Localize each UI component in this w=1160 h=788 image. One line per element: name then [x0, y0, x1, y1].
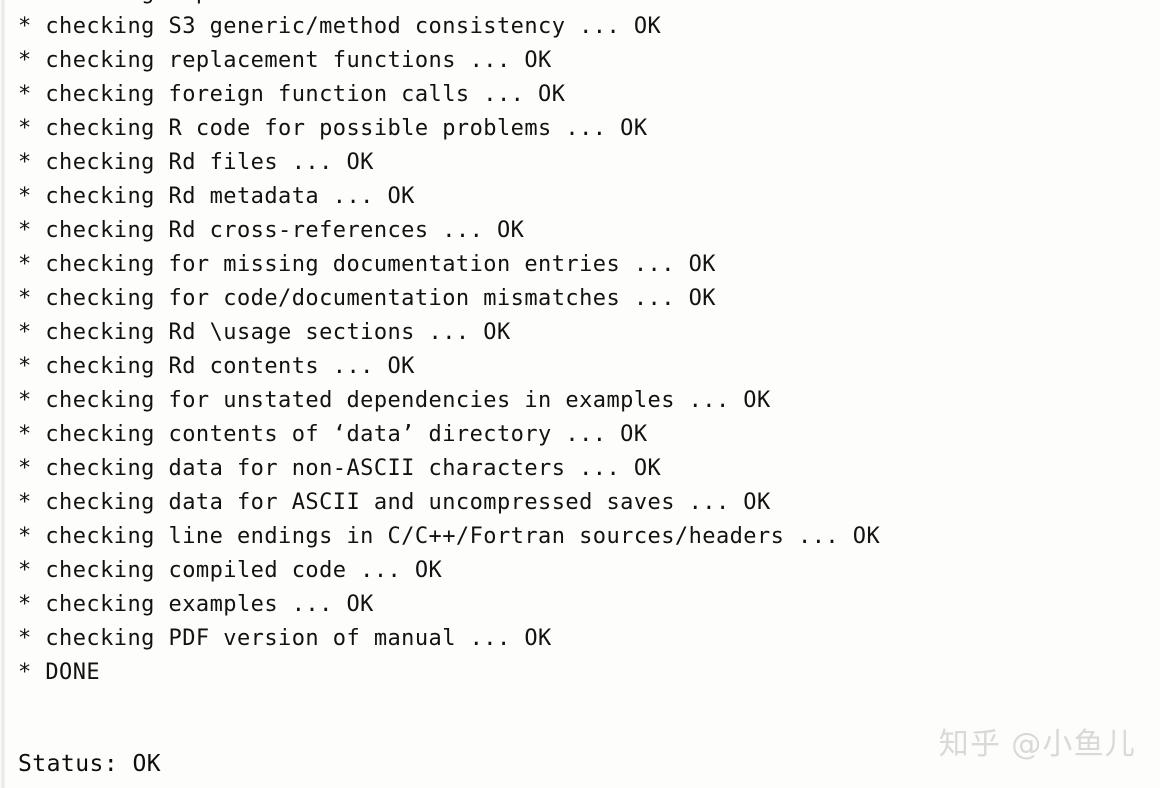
zhihu-watermark: 知乎 @小鱼儿	[939, 730, 1136, 760]
log-line-blank	[18, 690, 880, 724]
log-line: * checking data for non-ASCII characters…	[18, 456, 662, 481]
log-line: * checking Rd metadata ... OK	[18, 184, 415, 209]
log-line: * checking data for ASCII and uncompress…	[18, 490, 771, 515]
log-line: * checking for code/documentation mismat…	[18, 286, 716, 311]
log-line: * checking dependencies in R code ... OK	[18, 0, 880, 10]
log-line: * checking replacement functions ... OK	[18, 48, 552, 73]
check-log-line-list: * checking dependencies in R code ... OK…	[18, 0, 880, 758]
log-line: * checking line endings in C/C++/Fortran…	[18, 524, 881, 549]
log-line: * checking PDF version of manual ... OK	[18, 626, 552, 651]
log-line: * checking for missing documentation ent…	[18, 252, 716, 277]
log-line: * checking examples ... OK	[18, 592, 374, 617]
log-line: * checking R code for possible problems …	[18, 116, 648, 141]
log-line: * checking Rd contents ... OK	[18, 354, 415, 379]
log-line: * checking Rd \usage sections ... OK	[18, 320, 511, 345]
log-line: * checking Rd cross-references ... OK	[18, 218, 525, 243]
log-line: * checking Rd files ... OK	[18, 150, 374, 175]
log-line: * checking foreign function calls ... OK	[18, 82, 566, 107]
log-line: * checking for unstated dependencies in …	[18, 388, 771, 413]
watermark-brand-label: 知乎	[938, 727, 1002, 762]
status-line: Status: OK	[18, 751, 162, 777]
watermark-user-handle: @小鱼儿	[1011, 727, 1136, 762]
log-line: * checking S3 generic/method consistency…	[18, 14, 662, 39]
log-line: * checking compiled code ... OK	[18, 558, 443, 583]
log-line: * DONE	[18, 660, 101, 685]
log-line: * checking contents of ‘data’ directory …	[18, 422, 648, 447]
terminal-console-output[interactable]: * checking dependencies in R code ... OK…	[0, 0, 1160, 788]
